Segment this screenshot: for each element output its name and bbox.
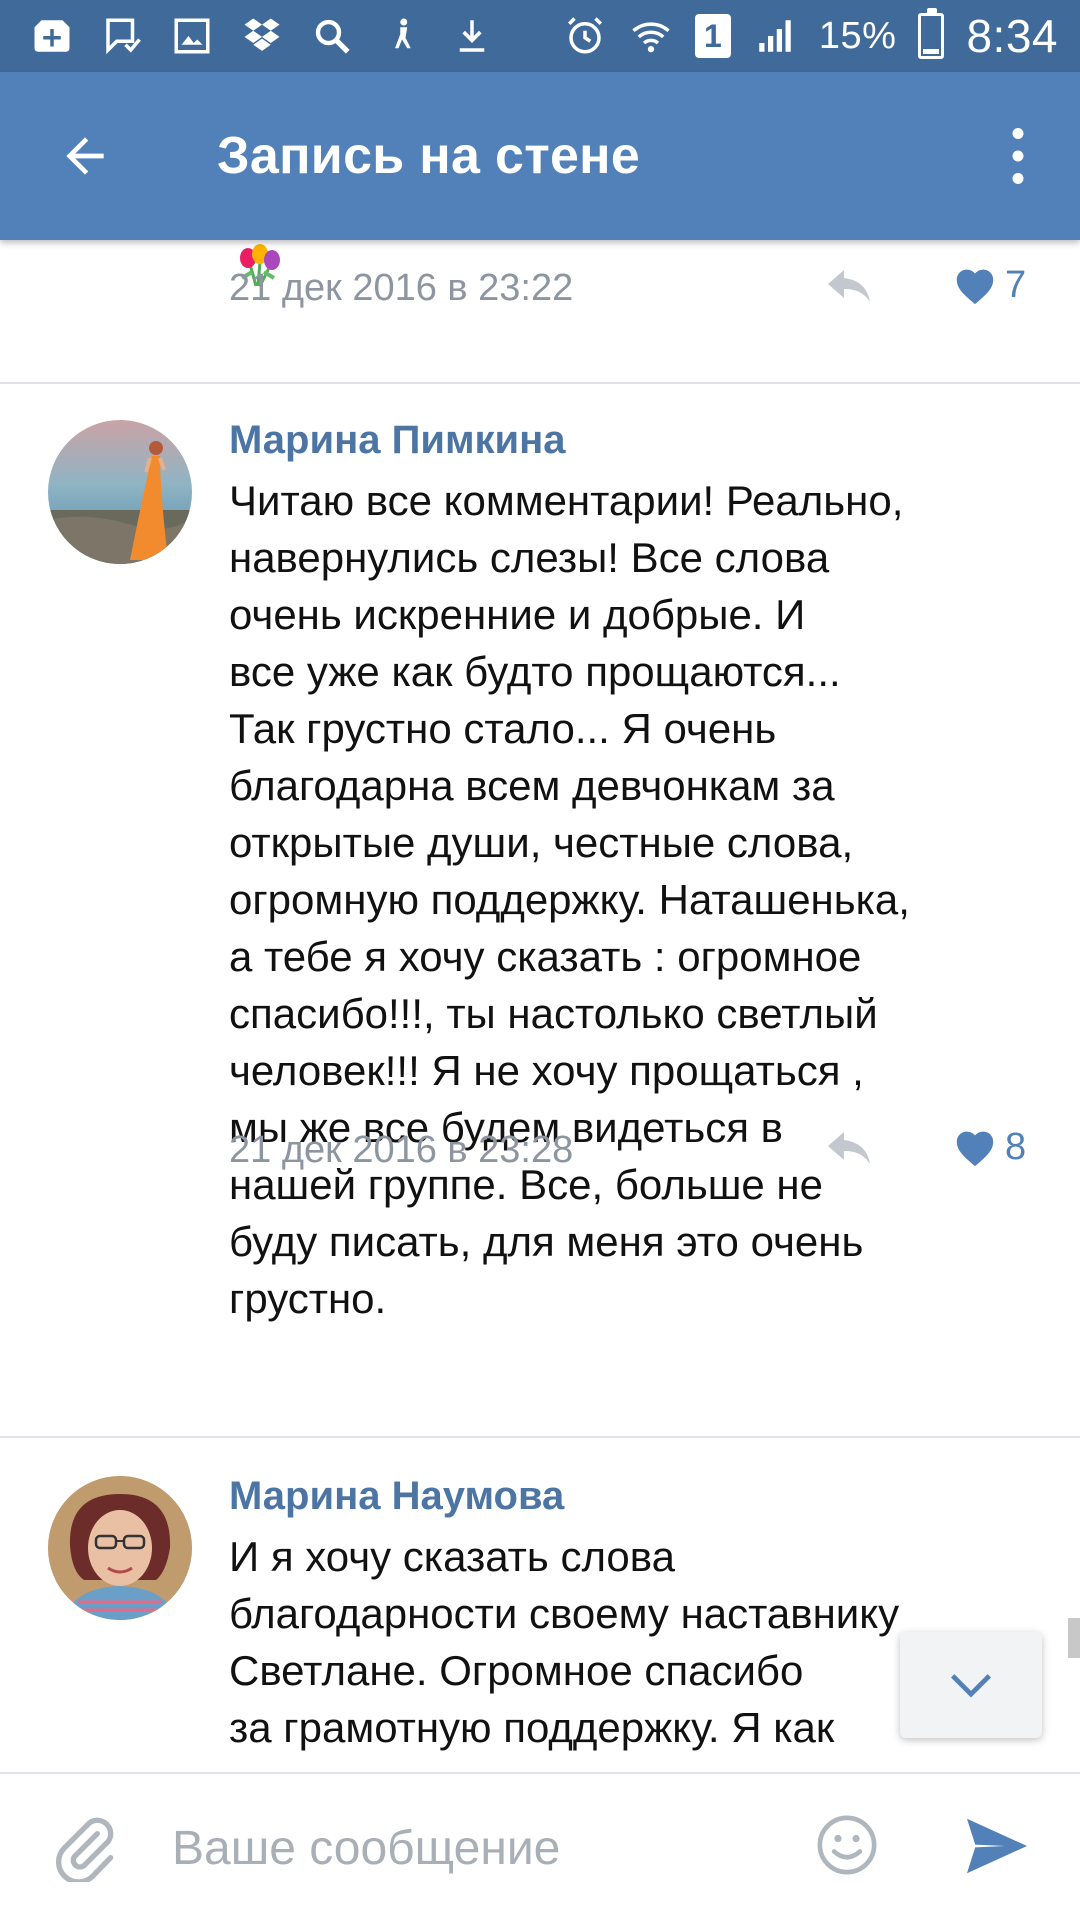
comment-meta: 21 дек 2016 в 23:28 8 <box>229 1122 1029 1178</box>
accessibility-icon <box>380 14 424 58</box>
message-check-icon <box>100 14 144 58</box>
like-count: 8 <box>1005 1126 1027 1168</box>
like-button[interactable]: 8 <box>953 1126 1026 1169</box>
arrow-left-icon <box>66 137 104 175</box>
app-bar: Запись на стене <box>0 72 1080 240</box>
comment-date: 21 дек 2016 в 23:28 <box>229 1128 574 1171</box>
chevron-down-icon <box>950 1674 992 1698</box>
avatar[interactable] <box>48 420 192 564</box>
notification-icons <box>30 14 494 58</box>
reply-icon[interactable] <box>825 268 875 308</box>
comment-author[interactable]: Марина Пимкина <box>229 418 566 463</box>
message-composer <box>0 1772 1080 1920</box>
add-box-icon <box>30 14 74 58</box>
page-title: Запись на стене <box>217 127 641 185</box>
battery-icon <box>918 8 945 59</box>
alarm-icon <box>563 14 607 58</box>
status-bar: 1 15% 8:34 <box>0 0 1080 72</box>
like-count: 7 <box>1005 264 1027 306</box>
scroll-down-button[interactable] <box>900 1632 1042 1738</box>
dropbox-icon <box>240 14 284 58</box>
avatar-image <box>48 420 192 564</box>
avatar-image <box>48 1476 192 1620</box>
comment-meta: 21 дек 2016 в 23:22 7 <box>229 260 1029 316</box>
heart-icon <box>956 1131 994 1166</box>
comment-author[interactable]: Марина Наумова <box>229 1474 564 1519</box>
divider <box>0 1436 1080 1438</box>
paperclip-icon[interactable] <box>52 1812 116 1882</box>
back-button[interactable] <box>30 101 140 211</box>
more-vertical-icon <box>1012 128 1024 184</box>
download-icon <box>450 14 494 58</box>
more-menu-button[interactable] <box>988 101 1048 211</box>
signal-icon <box>753 14 797 58</box>
avatar[interactable] <box>48 1476 192 1620</box>
sim-icon: 1 <box>694 14 731 58</box>
clock: 8:34 <box>966 10 1058 62</box>
comment-date: 21 дек 2016 в 23:22 <box>229 266 574 309</box>
like-button[interactable]: 7 <box>953 264 1026 307</box>
battery-percent: 15% <box>818 14 897 57</box>
message-input[interactable] <box>172 1810 772 1886</box>
reply-icon[interactable] <box>825 1130 875 1170</box>
emoji-icon[interactable] <box>816 1814 878 1876</box>
wifi-icon <box>629 14 673 58</box>
comments-feed[interactable]: 21 дек 2016 в 23:22 7 Марина Пимкина Чит… <box>0 240 1080 1772</box>
comment-text: Читаю все комментарии! Реально, навернул… <box>229 477 910 1322</box>
scrollbar-thumb[interactable] <box>1068 1618 1080 1658</box>
divider <box>0 382 1080 384</box>
heart-icon <box>956 269 994 304</box>
image-icon <box>170 14 214 58</box>
system-icons: 1 15% 8:34 <box>563 8 1058 63</box>
search-icon <box>310 14 354 58</box>
send-icon[interactable] <box>962 1816 1032 1876</box>
